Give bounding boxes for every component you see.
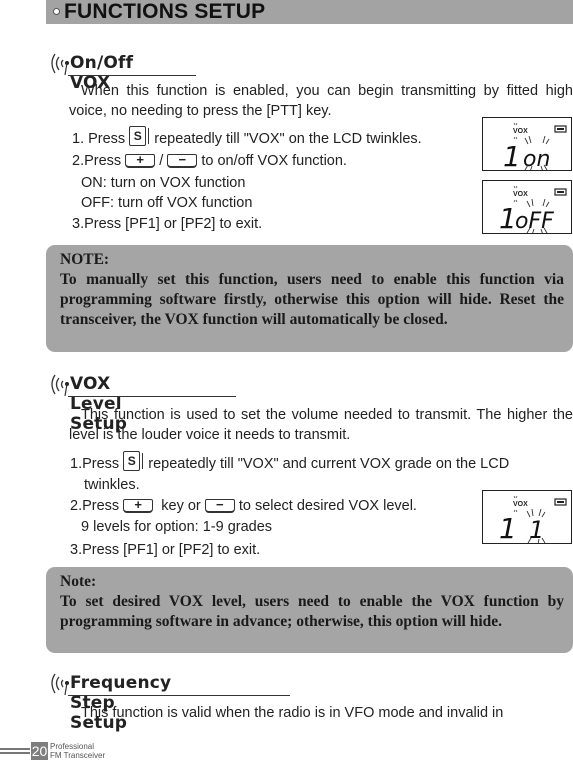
lcd-indicator: VOX [513, 501, 528, 508]
note-box: Note: To set desired VOX level, users ne… [46, 567, 573, 653]
minus-key-icon: − [167, 152, 198, 168]
lcd-value: 1 [529, 516, 544, 544]
intro-text: When this function is enabled, you can b… [69, 83, 573, 119]
footer-rule [0, 748, 30, 754]
step-3: 3.Press [PF1] or [PF2] to exit. [70, 542, 261, 558]
step-2: 2.Press + key or − to select desired VOX… [70, 496, 417, 516]
page-number: 20 [31, 742, 48, 760]
step-text: repeatedly till "VOX" and current VOX gr… [148, 456, 510, 472]
note-heading: Note: [60, 573, 97, 590]
lcd-display-vox-level: VOX 1 1 [482, 490, 572, 544]
note-box: NOTE: To manually set this function, use… [46, 245, 573, 352]
title-underline [68, 75, 196, 76]
step-3: 3.Press [PF1] or [PF2] to exit. [72, 216, 263, 232]
lcd-value: oFF [515, 209, 554, 234]
step-2: 2.Press + / − to on/off VOX function. [72, 151, 347, 171]
lcd-display-vox-on: VOX 1 on [482, 117, 572, 171]
footer-brand: Professional FM Transceiver [50, 742, 105, 760]
step-text: 1. Press [72, 131, 126, 147]
step-2-levels: 9 levels for option: 1-9 grades [81, 519, 273, 535]
plus-key-icon: + [125, 152, 156, 168]
brand-line: Professional [50, 742, 95, 751]
minus-key-icon: − [204, 497, 235, 513]
note-heading: NOTE: [60, 251, 110, 268]
section-banner: FUNCTIONS SETUP [46, 0, 573, 24]
section-intro: This function is used to set the volume … [69, 405, 573, 445]
step-text: key or [161, 498, 201, 514]
s-key-icon: S [129, 126, 150, 146]
plus-key-icon: + [123, 497, 154, 513]
section-intro: This function is valid when the radio is… [69, 703, 573, 723]
step-text: 1.Press [70, 456, 120, 472]
step-text: repeatedly till "VOX" on the LCD twinkle… [154, 131, 422, 147]
step-text: to on/off VOX function. [201, 153, 347, 169]
title-underline [68, 396, 236, 397]
section-intro: When this function is enabled, you can b… [69, 81, 573, 121]
note-body: To set desired VOX level, users need to … [60, 593, 564, 630]
brand-line: FM Transceiver [50, 751, 106, 760]
intro-text: This function is valid when the radio is… [81, 705, 504, 721]
step-1: 1. Press S repeatedly till "VOX" on the … [72, 126, 422, 149]
step-text: to select desired VOX level. [238, 498, 417, 514]
note-body: To manually set this function, users nee… [60, 271, 564, 328]
lcd-value: on [523, 147, 550, 171]
step-2-on: ON: turn on VOX function [81, 175, 246, 191]
banner-title: FUNCTIONS SETUP [64, 0, 266, 23]
step-1-continued: twinkles. [84, 477, 140, 493]
lcd-indicator: VOX [513, 191, 528, 198]
lcd-display-vox-off: VOX 1 oFF [482, 180, 572, 234]
intro-text: This function is used to set the volume … [69, 407, 573, 443]
step-text: 2.Press [72, 153, 122, 169]
step-2-off: OFF: turn off VOX function [81, 195, 253, 211]
title-underline [68, 695, 290, 696]
lcd-digit: 1 [499, 512, 517, 544]
s-key-icon: S [123, 451, 144, 471]
lcd-digit: 1 [503, 140, 521, 171]
lcd-indicator: VOX [513, 128, 528, 135]
bullet-icon [53, 8, 60, 15]
step-text: / [159, 153, 164, 169]
step-1: 1.Press S repeatedly till "VOX" and curr… [70, 451, 509, 474]
step-text: 2.Press [70, 498, 120, 514]
